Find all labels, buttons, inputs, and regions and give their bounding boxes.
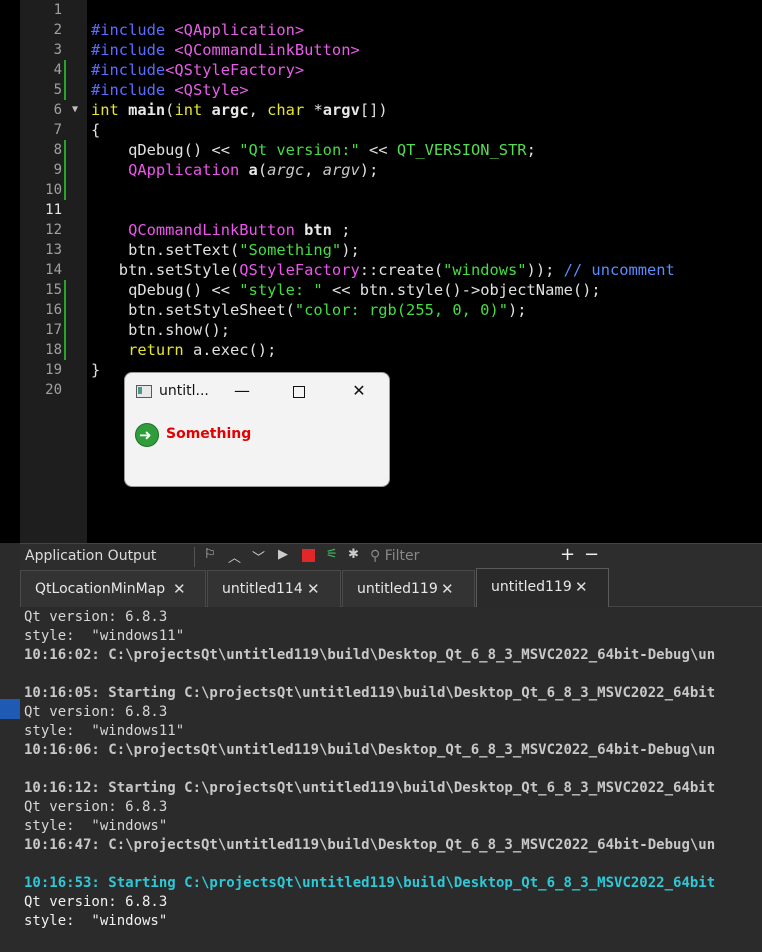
line-number: 19 bbox=[45, 362, 62, 378]
current-line-marker bbox=[0, 699, 20, 719]
line-number: 7 bbox=[53, 122, 62, 138]
change-bar bbox=[64, 60, 66, 100]
qt-app-window[interactable]: untitl... — ✕ Something bbox=[124, 372, 390, 487]
code-editor[interactable]: 1 2 3 4 5 6 7 8 9 10 11 12 13 14 15 16 17 18 19 20 ▼ #inclu… bbox=[0, 0, 762, 543]
code-line-16[interactable]: btn.setStyleSheet("color: rgb(255, 0, 0)… bbox=[91, 300, 526, 320]
code-line-6[interactable]: int main(int argc, char *argv[]) bbox=[91, 100, 388, 120]
line-number: 11 bbox=[45, 202, 62, 218]
command-link-button-label: Something bbox=[166, 426, 252, 442]
code-line-12[interactable]: QCommandLinkButton btn ; bbox=[91, 220, 350, 240]
chevron-up-icon[interactable]: ︿ bbox=[228, 547, 241, 566]
attach-icon[interactable]: ⚐ bbox=[204, 547, 216, 562]
close-button[interactable]: ✕ bbox=[339, 379, 379, 403]
close-icon[interactable]: ✕ bbox=[575, 569, 588, 605]
code-line-9[interactable]: QApplication a(argc, argv); bbox=[91, 160, 378, 180]
output-tabs: QtLocationMinMap ✕ untitled114 ✕ untitle… bbox=[20, 568, 762, 607]
run-icon[interactable]: ▶ bbox=[278, 547, 288, 562]
line-number: 20 bbox=[45, 382, 62, 398]
line-number: 13 bbox=[45, 242, 62, 258]
divider bbox=[194, 547, 195, 567]
output-line: style: "windows11" bbox=[24, 723, 185, 739]
close-icon[interactable]: ✕ bbox=[173, 571, 186, 607]
line-number: 14 bbox=[45, 262, 62, 278]
code-line-19[interactable]: } bbox=[91, 360, 100, 380]
line-number: 3 bbox=[53, 42, 62, 58]
change-bar bbox=[64, 140, 66, 200]
output-line: style: "windows" bbox=[24, 818, 168, 834]
line-number: 17 bbox=[45, 322, 62, 338]
add-icon[interactable]: + bbox=[560, 544, 575, 565]
close-icon[interactable]: ✕ bbox=[441, 571, 454, 607]
line-number: 10 bbox=[45, 182, 62, 198]
line-number: 2 bbox=[53, 22, 62, 38]
line-number: 15 bbox=[45, 282, 62, 298]
code-line-4[interactable]: #include<QStyleFactory> bbox=[91, 60, 304, 80]
tab-untitled119-active[interactable]: untitled119 ✕ bbox=[476, 568, 609, 607]
code-line-18[interactable]: return a.exec(); bbox=[91, 340, 276, 360]
gear-icon[interactable]: ✱ bbox=[348, 547, 359, 562]
output-line: Qt version: 6.8.3 bbox=[24, 704, 168, 720]
output-line: Qt version: 6.8.3 bbox=[24, 799, 168, 815]
window-title: untitl... bbox=[159, 383, 209, 399]
output-line: style: "windows11" bbox=[24, 628, 185, 644]
code-line-7[interactable]: { bbox=[91, 120, 100, 140]
output-line: 10:16:02: C:\projectsQt\untitled119\buil… bbox=[24, 647, 716, 663]
search-icon: ⚲ bbox=[370, 548, 381, 564]
output-line: 10:16:47: C:\projectsQt\untitled119\buil… bbox=[24, 837, 716, 853]
application-output-console[interactable]: Qt version: 6.8.3 style: "windows11" 10:… bbox=[20, 607, 762, 952]
code-line-17[interactable]: btn.show(); bbox=[91, 320, 230, 340]
output-pane-header: Application Output ⚐ ︿ ﹀ ▶ ⚟ ✱ ⚲ Filter … bbox=[20, 543, 762, 569]
tab-qtlocationminmap[interactable]: QtLocationMinMap ✕ bbox=[20, 570, 206, 607]
fold-toggle-icon[interactable]: ▼ bbox=[72, 100, 78, 120]
line-number: 12 bbox=[45, 222, 62, 238]
code-line-8[interactable]: qDebug() << "Qt version:" << QT_VERSION_… bbox=[91, 140, 536, 160]
debug-run-icon[interactable]: ⚟ bbox=[326, 547, 338, 562]
output-pane-title: Application Output bbox=[25, 548, 157, 564]
line-number: 4 bbox=[53, 62, 62, 78]
output-line: Qt version: 6.8.3 bbox=[24, 609, 168, 625]
line-number: 18 bbox=[45, 342, 62, 358]
line-number: 9 bbox=[53, 162, 62, 178]
maximize-icon bbox=[293, 385, 305, 398]
output-line: style: "windows" bbox=[24, 913, 168, 929]
stop-icon[interactable] bbox=[302, 549, 315, 562]
minimize-button[interactable]: — bbox=[222, 379, 262, 403]
output-line: 10:16:12: Starting C:\projectsQt\untitle… bbox=[24, 780, 716, 796]
code-line-14[interactable]: btn.setStyle(QStyleFactory::create("wind… bbox=[91, 260, 675, 280]
line-number: 1 bbox=[53, 2, 62, 18]
maximize-button[interactable] bbox=[279, 379, 319, 403]
code-line-15[interactable]: qDebug() << "style: " << btn.style()->ob… bbox=[91, 280, 601, 300]
tab-untitled119[interactable]: untitled119 ✕ bbox=[342, 570, 475, 607]
output-line: Qt version: 6.8.3 bbox=[24, 894, 168, 910]
output-line: 10:16:05: Starting C:\projectsQt\untitle… bbox=[24, 685, 716, 701]
code-line-13[interactable]: btn.setText("Something"); bbox=[91, 240, 360, 260]
change-bar bbox=[64, 280, 66, 360]
line-number: 16 bbox=[45, 302, 62, 318]
output-line: 10:16:53: Starting C:\projectsQt\untitle… bbox=[24, 875, 716, 891]
code-line-5[interactable]: #include <QStyle> bbox=[91, 80, 249, 100]
line-number: 8 bbox=[53, 142, 62, 158]
remove-icon[interactable]: − bbox=[584, 544, 599, 565]
arrow-right-icon bbox=[135, 423, 159, 447]
line-number: 5 bbox=[53, 82, 62, 98]
window-app-icon bbox=[136, 385, 152, 398]
line-number: 6 bbox=[53, 102, 62, 118]
code-line-3[interactable]: #include <QCommandLinkButton> bbox=[91, 40, 360, 60]
code-line-2[interactable]: #include <QApplication> bbox=[91, 20, 304, 40]
tab-untitled114[interactable]: untitled114 ✕ bbox=[207, 570, 341, 607]
chevron-down-icon[interactable]: ﹀ bbox=[252, 547, 265, 566]
output-line: 10:16:06: C:\projectsQt\untitled119\buil… bbox=[24, 742, 716, 758]
close-icon[interactable]: ✕ bbox=[307, 571, 320, 607]
filter-input[interactable]: ⚲ Filter bbox=[370, 546, 556, 566]
filter-placeholder: Filter bbox=[384, 548, 420, 564]
